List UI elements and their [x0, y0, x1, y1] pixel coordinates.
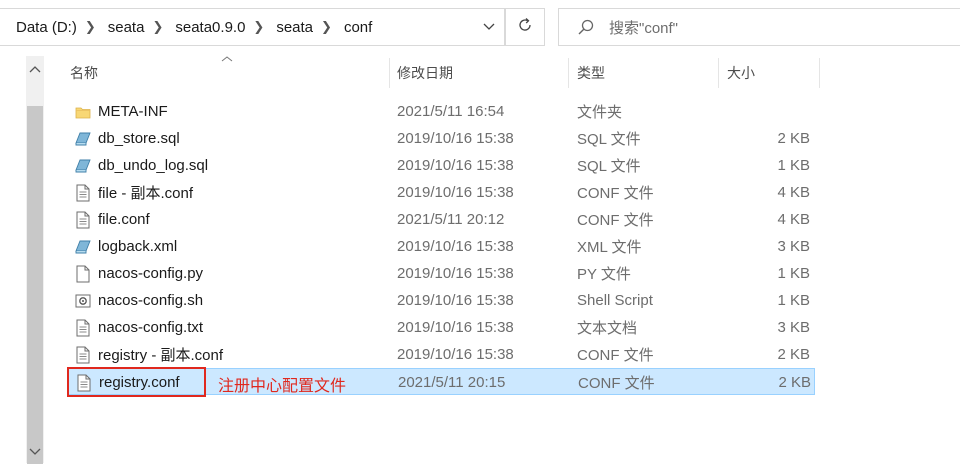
file-name: nacos-config.txt [98, 319, 204, 336]
breadcrumb-seata-inner[interactable]: seata [266, 19, 319, 36]
file-name: META-INF [98, 103, 168, 120]
file-type: XML 文件 [577, 239, 642, 256]
address-row: Data (D:) ❯ seata ❯ seata0.9.0 ❯ seata ❯… [0, 0, 960, 56]
navigation-pane-edge [0, 56, 26, 463]
file-row[interactable]: logback.xml 2019/10/16 15:38 XML 文件 3 KB [67, 233, 815, 260]
file-name: db_undo_log.sql [98, 157, 209, 174]
file-size [717, 98, 810, 125]
breadcrumb-seata[interactable]: seata [98, 19, 151, 36]
file-date: 2019/10/16 15:38 [397, 184, 514, 201]
file-size: 4 KB [777, 184, 810, 201]
chevron-right-icon[interactable]: ❯ [251, 19, 266, 35]
file-row[interactable]: file - 副本.conf 2019/10/16 15:38 CONF 文件 4 K… [67, 179, 815, 206]
file-type: 文本文档 [577, 320, 638, 337]
file-row[interactable]: db_undo_log.sql 2019/10/16 15:38 SQL 文件 1 K… [67, 152, 815, 179]
breadcrumb-conf[interactable]: conf [334, 19, 378, 36]
file-row[interactable]: META-INF 2021/5/11 16:54 文件夹 [67, 98, 815, 125]
file-date: 2019/10/16 15:38 [397, 346, 514, 363]
file-date: 2019/10/16 15:38 [397, 319, 514, 336]
file-row[interactable]: nacos-config.py 2019/10/16 15:38 PY 文件 1 KB [67, 260, 815, 287]
file-size: 4 KB [777, 211, 810, 228]
annotation-label: 注册中心配置文件 [218, 376, 347, 395]
file-size: 2 KB [777, 130, 810, 147]
script-file-icon [73, 287, 93, 314]
file-type: SQL 文件 [577, 131, 641, 148]
file-name: nacos-config.py [98, 265, 204, 282]
column-divider[interactable] [819, 58, 820, 88]
folder-icon [73, 98, 93, 125]
file-name: registry - 副本.conf [98, 347, 224, 364]
text-file-icon [73, 314, 93, 341]
sql-file-icon [73, 152, 93, 179]
file-size: 3 KB [777, 319, 810, 336]
column-header: 名称 修改日期 类型 大小 [60, 56, 820, 90]
refresh-button[interactable] [505, 8, 545, 46]
file-type: CONF 文件 [578, 375, 655, 392]
column-header-date[interactable]: 修改日期 [387, 56, 567, 90]
file-name: logback.xml [98, 238, 178, 255]
text-file-icon [73, 341, 93, 368]
file-type: PY 文件 [577, 266, 631, 283]
file-name: nacos-config.sh [98, 292, 204, 309]
file-type: CONF 文件 [577, 347, 654, 364]
address-bar[interactable]: Data (D:) ❯ seata ❯ seata0.9.0 ❯ seata ❯… [0, 8, 505, 46]
file-date: 2019/10/16 15:38 [397, 238, 514, 255]
file-size: 1 KB [777, 292, 810, 309]
highlight-box [67, 367, 206, 397]
file-name: db_store.sql [98, 130, 180, 147]
file-row[interactable]: db_store.sql 2019/10/16 15:38 SQL 文件 2 KB [67, 125, 815, 152]
text-file-icon [73, 206, 93, 233]
xml-file-icon [73, 233, 93, 260]
sql-file-icon [73, 125, 93, 152]
column-header-type[interactable]: 类型 [567, 56, 717, 90]
file-row[interactable]: nacos-config.sh 2019/10/16 15:38 Shell Scr… [67, 287, 815, 314]
chevron-down-icon[interactable] [482, 19, 496, 33]
file-date: 2021/5/11 16:54 [397, 103, 505, 120]
file-date: 2019/10/16 15:38 [397, 292, 514, 309]
file-row[interactable]: nacos-config.txt 2019/10/16 15:38 文本文档 3 KB [67, 314, 815, 341]
file-date: 2019/10/16 15:38 [397, 265, 514, 282]
file-date: 2021/5/11 20:12 [397, 211, 505, 228]
file-date: 2019/10/16 15:38 [397, 130, 514, 147]
chevron-right-icon[interactable]: ❯ [319, 19, 334, 35]
text-file-icon [73, 179, 93, 206]
file-row[interactable]: registry - 副本.conf 2019/10/16 15:38 CONF 文… [67, 341, 815, 368]
column-date-label: 修改日期 [397, 65, 453, 81]
file-size: 2 KB [777, 346, 810, 363]
column-name-label: 名称 [70, 65, 98, 81]
refresh-icon [516, 16, 534, 39]
vertical-scrollbar[interactable] [26, 56, 44, 464]
file-type: Shell Script [577, 292, 653, 309]
file-size: 3 KB [777, 238, 810, 255]
search-placeholder: 搜索"conf" [609, 19, 679, 37]
file-size: 1 KB [777, 157, 810, 174]
file-date: 2019/10/16 15:38 [397, 157, 514, 174]
file-name: file.conf [98, 211, 150, 228]
file-size: 1 KB [777, 265, 810, 282]
file-size: 2 KB [778, 374, 811, 391]
file-name: file - 副本.conf [98, 185, 194, 202]
column-header-name[interactable]: 名称 [60, 56, 389, 90]
file-type: 文件夹 [577, 104, 623, 121]
scroll-up-button[interactable] [26, 58, 44, 80]
chevron-right-icon[interactable]: ❯ [83, 19, 98, 35]
column-type-label: 类型 [577, 65, 605, 81]
column-size-label: 大小 [727, 65, 755, 81]
search-input[interactable]: 搜索"conf" [558, 8, 960, 46]
file-type: CONF 文件 [577, 212, 654, 229]
search-icon [577, 18, 595, 36]
chevron-right-icon[interactable]: ❯ [150, 19, 165, 35]
column-header-size[interactable]: 大小 [717, 56, 817, 90]
file-date: 2021/5/11 20:15 [398, 374, 506, 391]
breadcrumb-seata-version[interactable]: seata0.9.0 [165, 19, 251, 36]
breadcrumb-drive[interactable]: Data (D:) [0, 19, 83, 36]
file-type: SQL 文件 [577, 158, 641, 175]
blank-file-icon [73, 260, 93, 287]
scrollbar-thumb[interactable] [27, 106, 43, 464]
file-type: CONF 文件 [577, 185, 654, 202]
file-row[interactable]: file.conf 2021/5/11 20:12 CONF 文件 4 KB [67, 206, 815, 233]
scroll-down-button[interactable] [26, 441, 44, 463]
